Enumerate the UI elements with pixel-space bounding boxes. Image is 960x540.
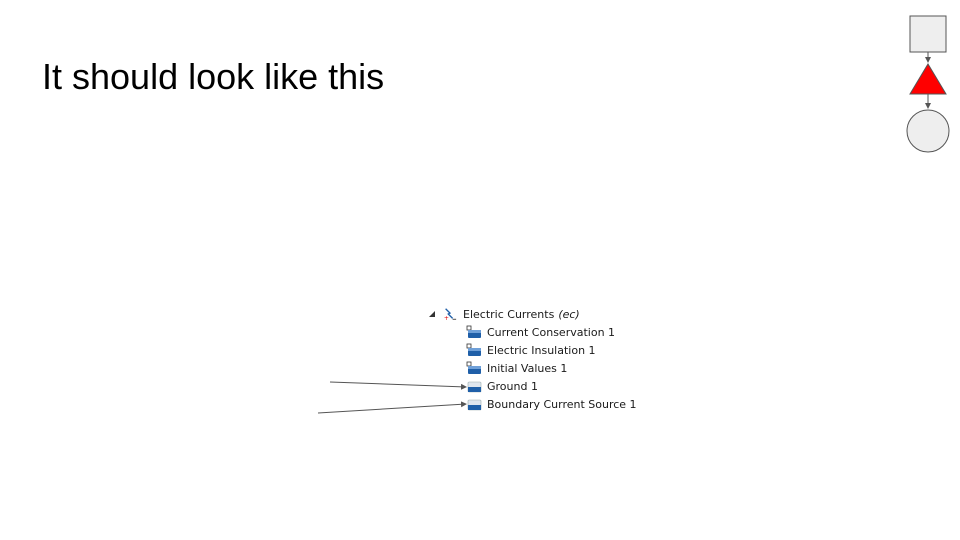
- tree-item-label: Boundary Current Source 1: [487, 397, 637, 411]
- tree-item-label: Initial Values 1: [487, 361, 568, 375]
- model-tree: + Electric Currents (ec) Current Conserv…: [428, 302, 668, 422]
- expand-arrow-icon[interactable]: [428, 310, 436, 318]
- square-shape: [909, 15, 947, 53]
- tree-item-label: Electric Insulation 1: [487, 343, 596, 357]
- triangle-shape: [909, 63, 947, 95]
- circle-shape: [906, 109, 950, 153]
- domain-feature-icon: [466, 361, 481, 374]
- boundary-feature-icon: [467, 399, 482, 411]
- boundary-feature-icon: [467, 381, 482, 393]
- tree-item-label: Current Conservation 1: [487, 325, 616, 339]
- shape-stack: [906, 15, 950, 153]
- tree-item-tag: (ec): [558, 307, 580, 321]
- tree-item-label: Ground 1: [487, 379, 538, 393]
- domain-feature-icon: [466, 343, 481, 356]
- slide-title: It should look like this: [42, 56, 385, 97]
- tree-item-boundary-current-source[interactable]: Boundary Current Source 1: [466, 396, 637, 412]
- tree-item-label: Electric Currents: [463, 307, 555, 321]
- tree-item-initial-values[interactable]: Initial Values 1: [466, 360, 567, 376]
- tree-item-electric-insulation[interactable]: Electric Insulation 1: [466, 342, 596, 358]
- electric-currents-icon: +: [444, 308, 457, 321]
- svg-text:+: +: [444, 315, 449, 321]
- domain-feature-icon: [466, 325, 481, 338]
- tree-item-electric-currents[interactable]: + Electric Currents (ec): [428, 306, 580, 322]
- tree-item-current-conservation[interactable]: Current Conservation 1: [466, 324, 615, 340]
- tree-item-ground[interactable]: Ground 1: [466, 378, 538, 394]
